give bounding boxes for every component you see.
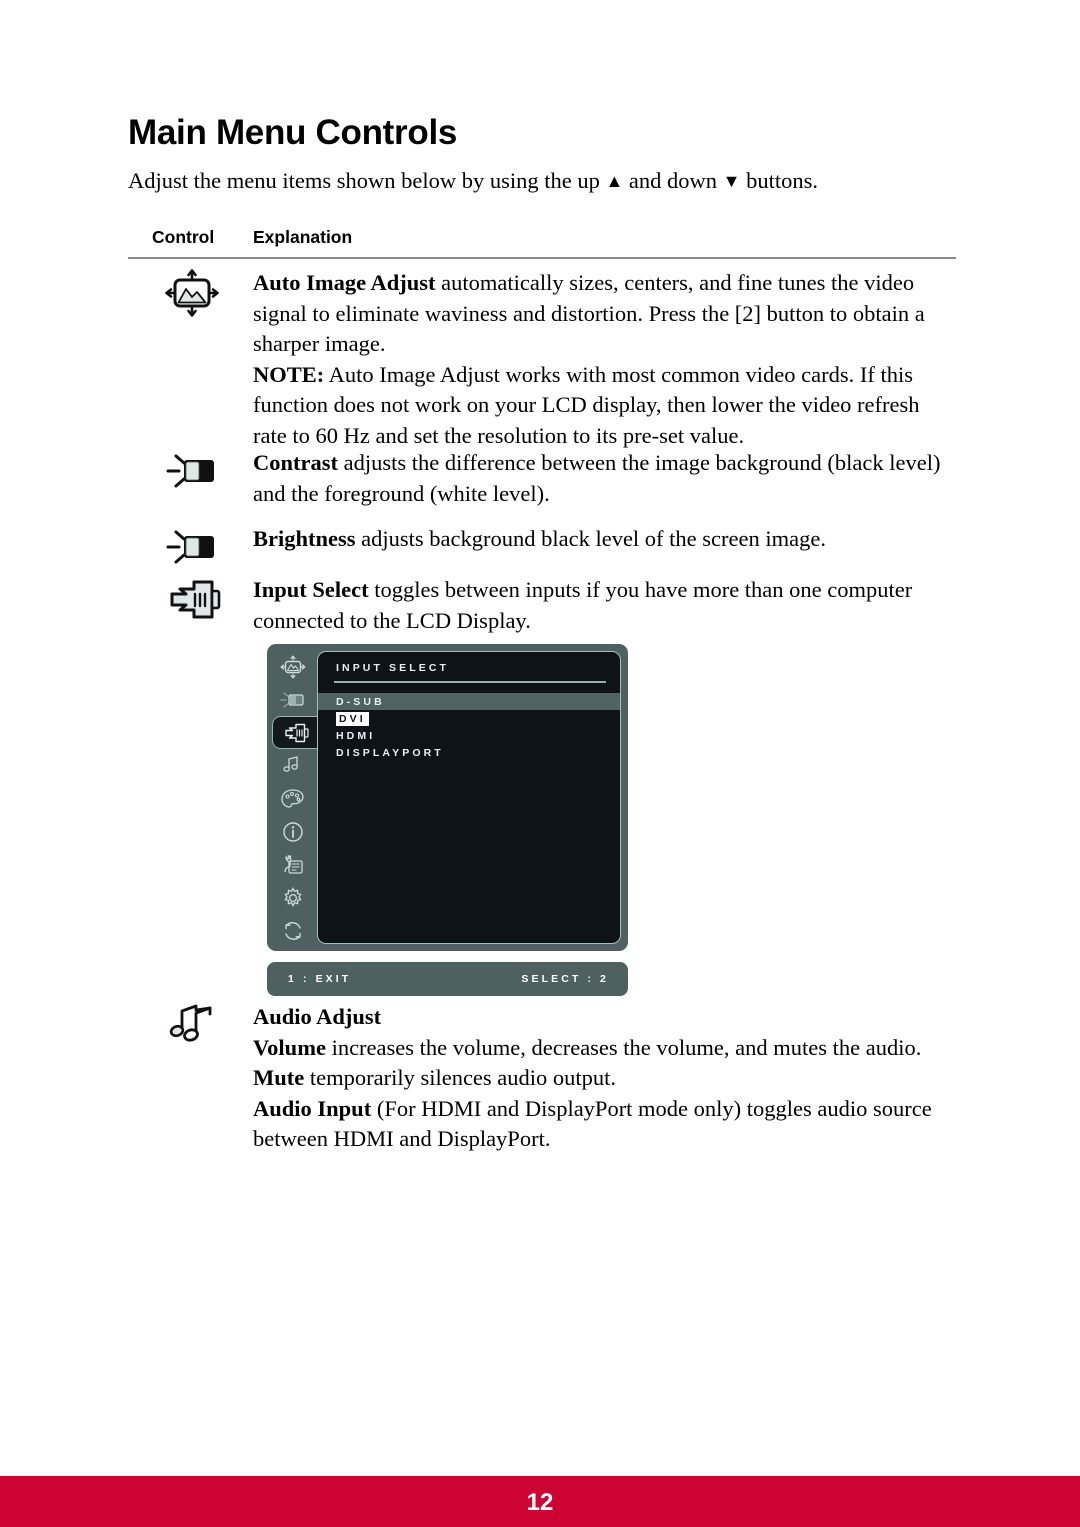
- column-header-explanation: Explanation: [253, 227, 353, 247]
- osd-setup-menu-icon[interactable]: [276, 881, 310, 914]
- brightness-icon: [164, 524, 234, 575]
- contrast-icon: [164, 448, 234, 499]
- term-mute: Mute: [253, 1065, 305, 1090]
- osd-contrast-brightness-icon[interactable]: [276, 683, 310, 716]
- audio-adjust-icon: [164, 1002, 234, 1057]
- osd-auto-image-adjust-icon[interactable]: [276, 650, 310, 683]
- audio-volume-line: Volume increases the volume, decreases t…: [253, 1033, 953, 1064]
- page-footer-bar: 12: [0, 1476, 1080, 1527]
- osd-item-hdmi[interactable]: HDMI: [318, 727, 620, 744]
- input-select-description: Input Select toggles between inputs if y…: [253, 575, 953, 636]
- note-body: Auto Image Adjust works with most common…: [253, 361, 920, 448]
- input-select-icon: [164, 575, 234, 630]
- contrast-body: adjusts the difference between the image…: [253, 450, 941, 506]
- intro-prefix-text: Adjust the menu items shown below by usi…: [128, 168, 606, 193]
- intro-mid-text: and down: [623, 168, 723, 193]
- osd-audio-adjust-icon[interactable]: [276, 749, 310, 782]
- audio-mute-line: Mute temporarily silences audio output.: [253, 1063, 953, 1094]
- term-brightness: Brightness: [253, 526, 356, 551]
- contrast-description: Contrast adjusts the difference between …: [253, 448, 953, 509]
- note-label: NOTE:: [253, 361, 325, 387]
- audio-input-line: Audio Input (For HDMI and DisplayPort mo…: [253, 1094, 953, 1155]
- osd-memory-recall-icon[interactable]: [276, 914, 310, 947]
- osd-item-label: HDMI: [336, 729, 376, 742]
- term-contrast: Contrast: [253, 450, 338, 475]
- brightness-description: Brightness adjusts background black leve…: [253, 524, 953, 555]
- osd-footer-bar: 1 : EXIT SELECT : 2: [267, 962, 628, 996]
- osd-select-hint[interactable]: SELECT : 2: [521, 973, 609, 985]
- osd-menu-title: INPUT SELECT: [336, 662, 450, 674]
- brightness-body: adjusts background black level of the sc…: [355, 526, 826, 551]
- auto-image-adjust-icon: [164, 268, 234, 323]
- header-divider: [128, 257, 956, 259]
- osd-item-displayport[interactable]: DISPLAYPORT: [318, 744, 620, 761]
- page-number: 12: [526, 1489, 554, 1516]
- volume-body: increases the volume, decreases the volu…: [325, 1034, 922, 1060]
- osd-manual-image-adjust-icon[interactable]: [276, 848, 310, 881]
- osd-sidebar: [267, 644, 320, 951]
- page-title: Main Menu Controls: [128, 113, 458, 152]
- osd-item-dvi[interactable]: DVI: [318, 710, 620, 727]
- osd-screenshot: INPUT SELECT D-SUB DVI HDMI DISPLAYPORT: [267, 644, 628, 996]
- term-volume: Volume: [253, 1034, 326, 1060]
- osd-panel: INPUT SELECT D-SUB DVI HDMI DISPLAYPORT: [267, 644, 628, 951]
- auto-image-adjust-description: Auto Image Adjust automatically sizes, c…: [253, 268, 953, 451]
- osd-color-adjust-icon[interactable]: [276, 782, 310, 815]
- term-input-select: Input Select: [253, 577, 369, 602]
- osd-item-label: D-SUB: [336, 695, 385, 708]
- intro-suffix-text: buttons.: [740, 168, 819, 193]
- term-audio-input: Audio Input: [253, 1095, 372, 1121]
- osd-title-divider: [334, 681, 606, 683]
- term-auto-image-adjust: Auto Image Adjust: [253, 270, 436, 295]
- osd-item-label: DVI: [336, 711, 369, 726]
- mute-body: temporarily silences audio output.: [304, 1065, 617, 1090]
- osd-item-label: DISPLAYPORT: [336, 746, 444, 759]
- osd-information-icon[interactable]: [276, 815, 310, 848]
- osd-exit-hint[interactable]: 1 : EXIT: [288, 973, 351, 985]
- osd-screen: INPUT SELECT D-SUB DVI HDMI DISPLAYPORT: [317, 651, 621, 944]
- up-arrow-icon: ▲: [605, 171, 624, 191]
- osd-input-list: D-SUB DVI HDMI DISPLAYPORT: [318, 693, 620, 761]
- column-header-control: Control: [152, 227, 215, 247]
- osd-item-d-sub[interactable]: D-SUB: [318, 693, 620, 710]
- audio-adjust-description: Audio Adjust Volume increases the volume…: [253, 1002, 953, 1155]
- document-page: Main Menu Controls Adjust the menu items…: [0, 0, 1080, 1527]
- audio-adjust-title: Audio Adjust: [253, 1004, 382, 1029]
- intro-instruction: Adjust the menu items shown below by usi…: [128, 168, 818, 194]
- osd-input-select-icon[interactable]: [272, 716, 320, 749]
- down-arrow-icon: ▼: [722, 171, 741, 191]
